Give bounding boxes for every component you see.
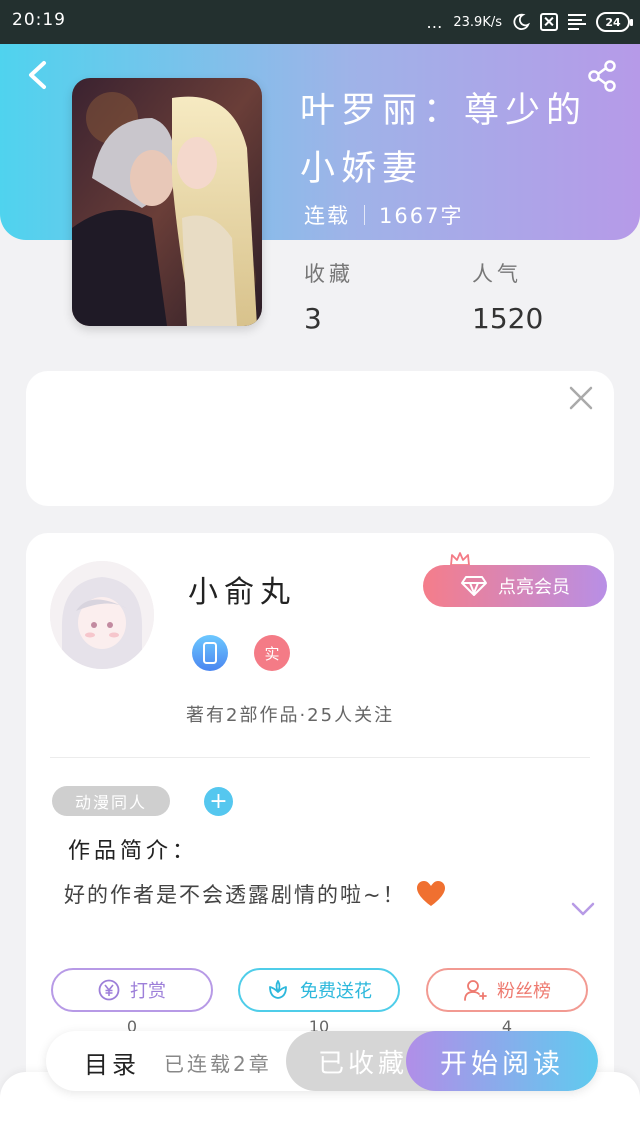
battery-level: 24 <box>605 15 621 29</box>
book-title: 叶罗丽：尊少的小娇妻 <box>300 91 588 189</box>
start-reading-label: 开始阅读 <box>440 1048 564 1080</box>
notification-off-icon <box>540 13 558 31</box>
bottom-action-bar: 目录 已连载2章 已收藏 开始阅读 <box>46 1031 598 1091</box>
chapters-count: 已连载2章 <box>164 1052 272 1076</box>
vip-label: 点亮会员 <box>498 577 570 598</box>
stat-value: 3 <box>304 302 322 335</box>
divider <box>50 757 590 758</box>
book-meta: 连载 1667字 <box>304 200 463 230</box>
menu-lines-icon <box>568 14 586 30</box>
send-flower-label: 免费送花 <box>300 981 372 1002</box>
stat-label: 人气 <box>472 262 522 286</box>
word-count: 1667字 <box>379 204 464 228</box>
stat-popularity: 人气 1520 <box>472 258 543 335</box>
fan-ranking-button[interactable]: 粉丝榜 <box>426 968 588 1012</box>
intro-title: 作品简介： <box>68 839 199 864</box>
user-icon <box>464 980 487 1001</box>
cover-illustration <box>72 78 262 326</box>
book-status: 连载 <box>304 204 350 228</box>
favorited-label: 已收藏 <box>318 1048 409 1079</box>
author-card: 小俞丸 点亮会员 实 著有2部作品·25人关注 动漫同人 + 作品简介： 好的作… <box>26 533 614 1093</box>
status-time: 20:19 <box>12 10 66 30</box>
vip-area: 点亮会员 <box>423 551 607 613</box>
phone-badge-icon <box>192 635 228 671</box>
vip-button[interactable]: 点亮会员 <box>423 565 607 607</box>
close-icon[interactable] <box>568 385 594 411</box>
author-stats: 著有2部作品·25人关注 <box>186 705 395 726</box>
back-icon[interactable] <box>18 58 58 92</box>
tag-chip[interactable]: 动漫同人 <box>52 786 170 816</box>
reward-button[interactable]: 打赏 <box>51 968 213 1012</box>
intro-text: 好的作者是不会透露剧情的啦~！ <box>64 879 446 909</box>
diamond-icon <box>461 576 487 596</box>
chevron-down-icon[interactable] <box>570 899 596 919</box>
verified-badge: 实 <box>254 635 290 671</box>
stat-value: 1520 <box>472 302 544 335</box>
author-name: 小俞丸 <box>188 575 296 610</box>
reward-label: 打赏 <box>130 981 166 1002</box>
fan-ranking-label: 粉丝榜 <box>497 981 551 1002</box>
toc-button[interactable]: 目录 <box>84 1045 140 1080</box>
yen-icon <box>98 979 120 1001</box>
intro-body: 好的作者是不会透露剧情的啦~！ <box>64 883 406 907</box>
flower-icon <box>269 980 287 999</box>
book-cover[interactable] <box>72 78 262 326</box>
avatar[interactable] <box>50 561 154 669</box>
stat-favorites: 收藏 3 <box>304 258 354 335</box>
ad-card <box>26 371 614 506</box>
send-flower-button[interactable]: 免费送花 <box>238 968 400 1012</box>
network-speed: 23.9K/s <box>453 14 502 30</box>
status-bar: 20:19 … 23.9K/s 24 <box>0 0 640 44</box>
more-dots-icon: … <box>426 12 444 32</box>
start-reading-button[interactable]: 开始阅读 <box>406 1031 598 1091</box>
heart-icon <box>416 881 445 906</box>
moon-icon <box>513 13 530 30</box>
status-icons: … 23.9K/s 24 <box>426 10 633 34</box>
stat-label: 收藏 <box>304 262 354 286</box>
meta-divider <box>364 205 365 225</box>
add-tag-button[interactable]: + <box>204 787 233 816</box>
battery-icon: 24 <box>596 12 633 32</box>
